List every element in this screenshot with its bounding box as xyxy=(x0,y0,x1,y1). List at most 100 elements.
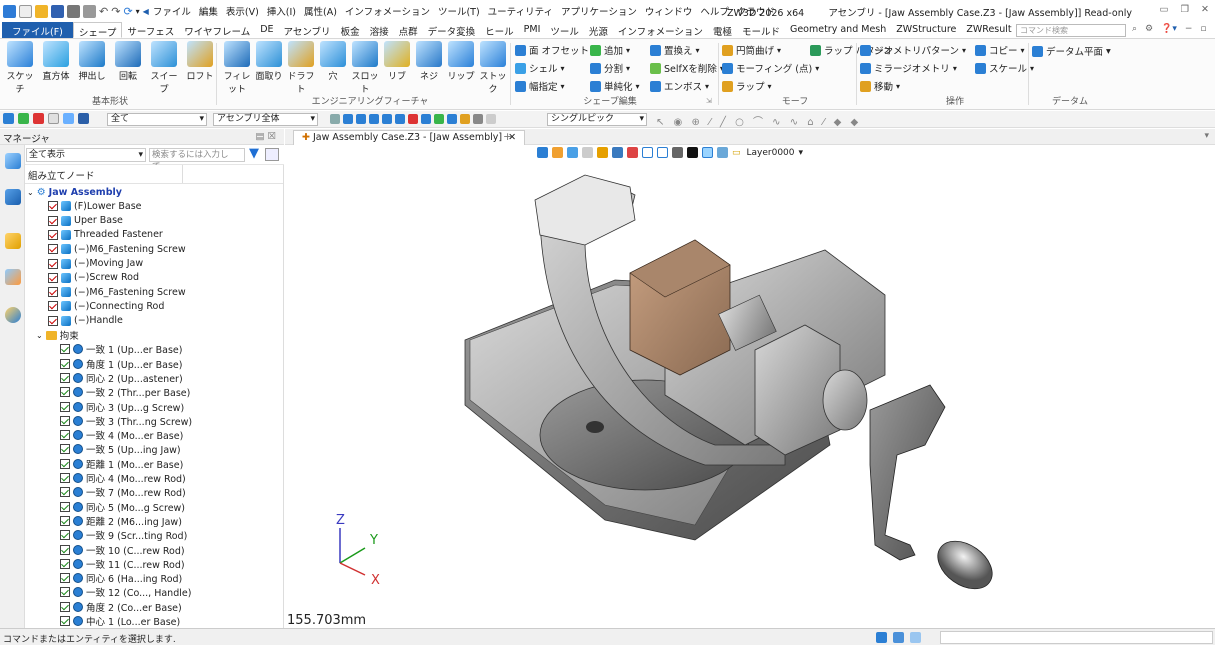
snap-tool-icon[interactable] xyxy=(343,114,353,124)
visibility-checkbox[interactable] xyxy=(48,229,58,240)
display-mode-icon[interactable] xyxy=(876,632,887,643)
ribbon-small-button[interactable]: ジオメトリパターン ▾ xyxy=(860,43,966,57)
constraint-checkbox[interactable] xyxy=(60,515,70,526)
fixed-jaw[interactable] xyxy=(534,174,636,246)
snap-tool-icon[interactable] xyxy=(382,114,392,124)
visibility-checkbox[interactable] xyxy=(48,258,58,269)
constraint-checkbox[interactable] xyxy=(60,358,70,369)
snap-tool-icon[interactable] xyxy=(447,114,457,124)
tree-constraint-item[interactable]: 一致 2 (Thr...per Base) xyxy=(60,385,190,399)
ribbon-small-button[interactable]: スケール ▾ xyxy=(975,61,1034,75)
constraint-checkbox[interactable] xyxy=(60,487,70,498)
ribbon-button[interactable]: 押出し xyxy=(75,41,109,82)
ribbon-tab[interactable]: ファイル(F) xyxy=(2,22,73,38)
tree-constraint-item[interactable]: 距離 1 (Mo...er Base) xyxy=(60,457,183,471)
menu-item[interactable]: ツール(T) xyxy=(434,4,484,18)
constraint-checkbox[interactable] xyxy=(60,473,70,483)
grid-icon[interactable] xyxy=(910,632,921,643)
ribbon-tab[interactable]: PMI xyxy=(519,22,546,38)
ribbon-small-button[interactable]: エンボス ▾ xyxy=(650,79,709,93)
tree-constraint-item[interactable]: 距離 2 (M6...ing Jaw) xyxy=(60,514,182,528)
collapse-arrow-icon[interactable]: ⌄ xyxy=(27,188,34,197)
visibility-checkbox[interactable] xyxy=(48,201,58,212)
collapse-arrow-icon[interactable]: ⌄ xyxy=(36,331,43,340)
tab-list-icon[interactable]: ▾ xyxy=(1204,131,1209,141)
tree-root-node[interactable]: ⌄ ⚙ Jaw Assembly xyxy=(27,185,122,199)
menu-item[interactable]: ウィンドウ xyxy=(641,4,697,18)
minimize-icon[interactable]: ▭ xyxy=(1160,4,1169,15)
select-arrow-icon[interactable] xyxy=(3,113,14,124)
tree-constraint-item[interactable]: 一致 10 (C...rew Rod) xyxy=(60,543,185,557)
snap-tool-icon[interactable] xyxy=(486,114,496,124)
tree-constraint-item[interactable]: 同心 3 (Up...g Screw) xyxy=(60,400,184,414)
tree-constraint-item[interactable]: 同心 6 (Ha...ing Rod) xyxy=(60,571,182,585)
history-manager-icon[interactable] xyxy=(5,153,21,169)
display-filter-dropdown[interactable]: 全て表示 ▾ xyxy=(26,148,146,162)
ribbon-small-button[interactable]: 置換え ▾ xyxy=(650,43,700,57)
constraint-checkbox[interactable] xyxy=(60,401,70,412)
tree-part-item[interactable]: (F)Lower Base xyxy=(48,199,142,213)
screw-end[interactable] xyxy=(822,369,868,431)
tree-constraint-item[interactable]: 一致 1 (Up...er Base) xyxy=(60,342,182,356)
ribbon-small-button[interactable]: 移動 ▾ xyxy=(860,79,900,93)
tree-constraint-item[interactable]: 角度 2 (Co...er Base) xyxy=(60,600,182,614)
tree-part-item[interactable]: Threaded Fastener xyxy=(48,228,163,242)
snap-tool-icon[interactable] xyxy=(369,114,379,124)
ribbon-small-button[interactable]: ミラージオメトリ ▾ xyxy=(860,61,957,75)
save-as-icon[interactable] xyxy=(83,4,96,18)
visibility-checkbox[interactable] xyxy=(48,215,58,226)
ribbon-tab[interactable]: モールド xyxy=(737,22,785,38)
tree-constraint-item[interactable]: 角度 1 (Up...er Base) xyxy=(60,357,182,371)
constraint-checkbox[interactable] xyxy=(60,387,70,398)
ribbon-tab[interactable]: サーフェス xyxy=(122,22,179,38)
snap-tool-icon[interactable] xyxy=(434,114,444,124)
ribbon-button[interactable]: 直方体 xyxy=(39,41,73,82)
tree-part-item[interactable]: (−)Screw Rod xyxy=(48,271,139,285)
ribbon-button[interactable]: フィレット xyxy=(220,41,254,95)
menu-item[interactable]: 編集 xyxy=(195,4,222,18)
snap-tool-icon[interactable] xyxy=(330,114,340,124)
save-icon[interactable] xyxy=(51,4,64,18)
remove-icon[interactable] xyxy=(33,113,44,124)
constraint-checkbox[interactable] xyxy=(60,530,70,541)
dropdown-arrow-icon[interactable]: ▾ xyxy=(136,7,140,16)
ribbon-button[interactable]: ストック xyxy=(476,41,510,95)
ribbon-tab[interactable]: ヒール xyxy=(480,22,519,38)
undo-icon[interactable]: ↶ xyxy=(99,5,108,18)
part-filter-icon[interactable] xyxy=(78,113,89,124)
ribbon-button[interactable]: ロフト xyxy=(183,41,217,82)
constraint-checkbox[interactable] xyxy=(60,573,70,584)
jaw-assembly-model[interactable] xyxy=(285,145,1215,628)
menu-item[interactable]: アプリケーション xyxy=(557,4,641,18)
constraint-checkbox[interactable] xyxy=(60,444,70,455)
tree-constraint-item[interactable]: 同心 2 (Up...astener) xyxy=(60,371,183,385)
ribbon-tab[interactable]: 電極 xyxy=(708,22,737,38)
resource-manager-icon[interactable] xyxy=(5,233,21,249)
ribbon-small-button[interactable]: コピー ▾ xyxy=(975,43,1025,57)
ribbon-small-button[interactable]: シェル ▾ xyxy=(515,61,565,75)
print-icon[interactable] xyxy=(67,4,80,18)
snap-tool-icon[interactable] xyxy=(395,114,405,124)
funnel-filter-icon[interactable]: ▼ xyxy=(249,146,259,161)
tree-constraint-item[interactable]: 一致 7 (Mo...rew Rod) xyxy=(60,485,186,499)
visibility-checkbox[interactable] xyxy=(48,272,58,283)
entity-filter-dropdown[interactable]: 全て ▾ xyxy=(107,113,207,126)
ribbon-tab[interactable]: 溶接 xyxy=(365,22,394,38)
tree-part-item[interactable]: (−)M6_Fastening Screw xyxy=(48,242,186,256)
add-icon[interactable] xyxy=(18,113,29,124)
ribbon-button[interactable]: スケッチ xyxy=(3,41,37,95)
handle[interactable] xyxy=(869,384,946,561)
tree-constraint-item[interactable]: 一致 11 (C...rew Rod) xyxy=(60,557,185,571)
restore-icon[interactable]: ❐ xyxy=(1181,4,1190,15)
visibility-checkbox[interactable] xyxy=(48,301,58,312)
ribbon-button[interactable]: スロット xyxy=(348,41,382,95)
constraint-checkbox[interactable] xyxy=(60,372,70,383)
ribbon-small-button[interactable]: 面 オフセット▾ xyxy=(515,43,596,57)
ribbon-tab[interactable]: データ変換 xyxy=(423,22,481,38)
constraint-checkbox[interactable] xyxy=(60,501,70,512)
tree-part-item[interactable]: (−)Moving Jaw xyxy=(48,257,143,271)
ribbon-minimize-icon[interactable]: − xyxy=(1185,24,1193,34)
new-file-icon[interactable] xyxy=(19,4,32,18)
constraint-checkbox[interactable] xyxy=(60,544,70,555)
ribbon-button[interactable]: ネジ xyxy=(412,41,446,82)
